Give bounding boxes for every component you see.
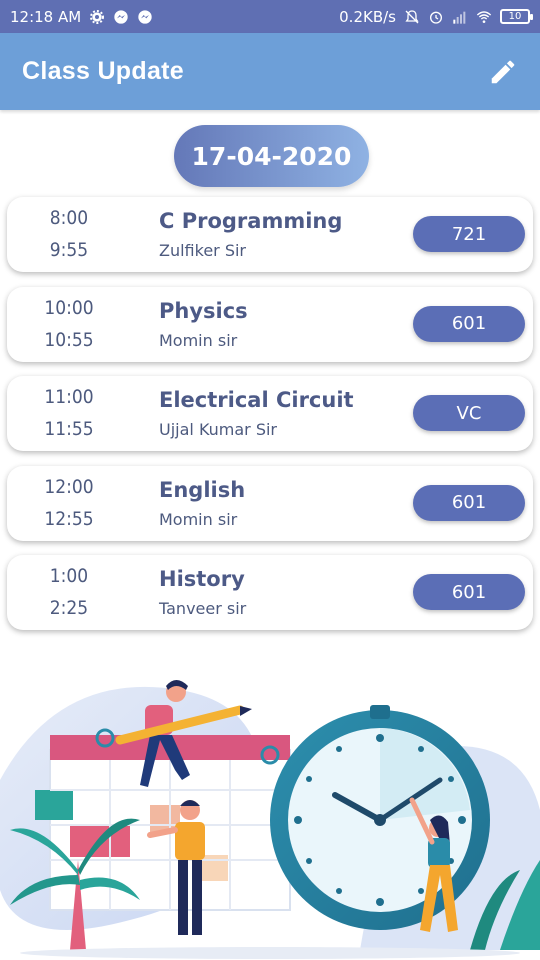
messenger-icon (114, 9, 128, 24)
class-subject: Physics (159, 298, 248, 323)
class-teacher: Zulfiker Sir (159, 241, 247, 260)
messenger-icon-2 (138, 9, 152, 24)
room-badge[interactable]: 721 (413, 216, 525, 252)
class-teacher: Momin sir (159, 509, 238, 529)
alarm-icon (430, 11, 442, 24)
class-end-time: 11:55 (44, 418, 94, 440)
class-end-time: 9:55 (49, 239, 89, 261)
status-time: 12:18 AM (10, 7, 82, 26)
class-start-time: 1:00 (49, 565, 89, 587)
network-speed: 0.2KB/s (339, 7, 396, 26)
pencil-icon[interactable] (488, 57, 518, 87)
class-subject: C Programming (159, 209, 343, 233)
status-bar: 12:18 AM 0.2KB/s 10 (0, 0, 540, 33)
room-badge[interactable]: 601 (413, 484, 525, 521)
class-subject: History (159, 567, 245, 591)
settings-icon (90, 9, 105, 24)
signal-icon (453, 11, 466, 24)
class-card[interactable]: 12:00 12:55 English Momin sir 601 (7, 465, 533, 541)
class-teacher: Momin sir (159, 330, 238, 350)
battery-icon: 10 (500, 9, 533, 24)
date-pill[interactable]: 17-04-2020 (174, 125, 369, 187)
class-subject: English (159, 477, 246, 502)
class-card[interactable]: 10:00 10:55 Physics Momin sir 601 (7, 286, 533, 362)
room-badge[interactable]: VC (413, 395, 525, 431)
app-title: Class Update (22, 57, 184, 85)
class-start-time: 12:00 (44, 475, 94, 498)
schedule-illustration (0, 680, 540, 959)
bell-muted-icon (405, 9, 419, 23)
class-card[interactable]: 11:00 11:55 Electrical Circuit Ujjal Kum… (7, 376, 533, 451)
class-subject: Electrical Circuit (159, 388, 354, 412)
class-start-time: 11:00 (44, 386, 94, 408)
class-start-time: 10:00 (44, 296, 94, 319)
class-card[interactable]: 8:00 9:55 C Programming Zulfiker Sir 721 (7, 197, 533, 272)
class-end-time: 2:25 (49, 597, 89, 619)
clock-illustration (270, 705, 490, 930)
class-end-time: 10:55 (44, 328, 94, 351)
class-card[interactable]: 1:00 2:25 History Tanveer sir 601 (7, 555, 533, 630)
class-teacher: Tanveer sir (159, 599, 247, 618)
class-start-time: 8:00 (49, 207, 89, 229)
room-badge[interactable]: 601 (413, 574, 525, 610)
class-end-time: 12:55 (44, 507, 94, 530)
class-teacher: Ujjal Kumar Sir (159, 420, 278, 439)
app-bar: Class Update (0, 33, 540, 110)
wifi-icon (476, 10, 492, 23)
room-badge[interactable]: 601 (413, 305, 525, 342)
class-list: 8:00 9:55 C Programming Zulfiker Sir 721… (7, 197, 533, 645)
